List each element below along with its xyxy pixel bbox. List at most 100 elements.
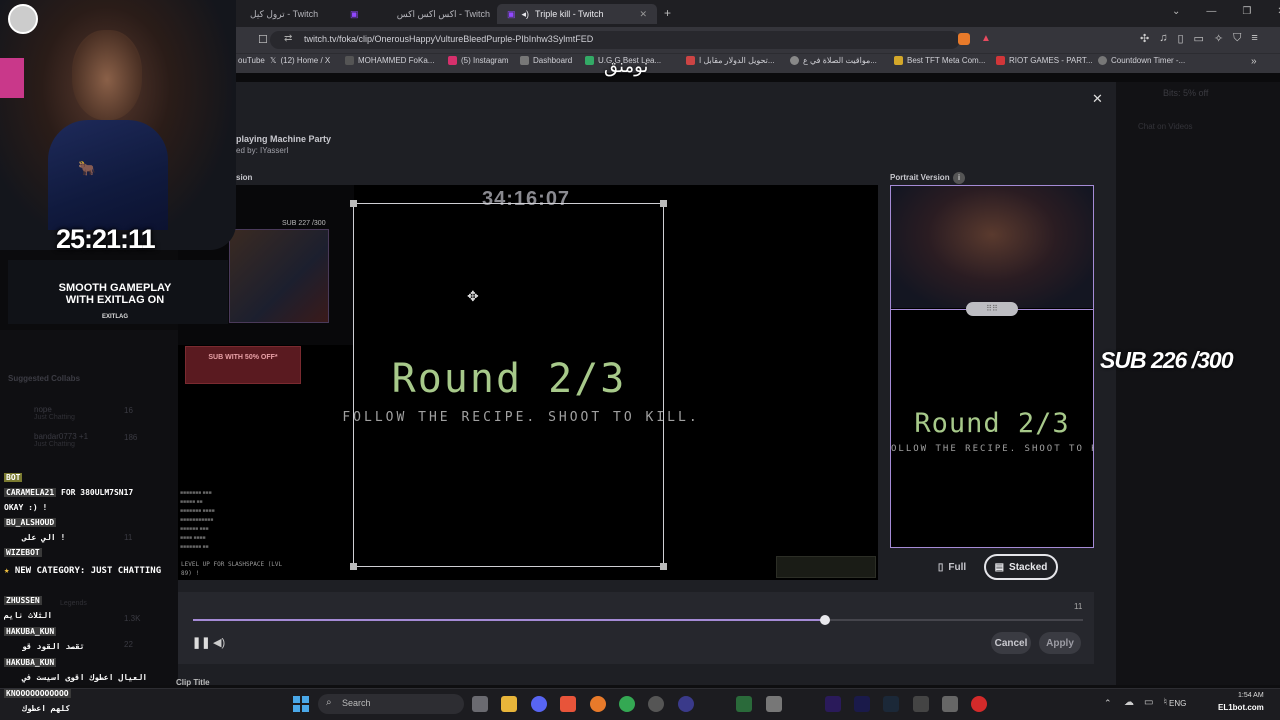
extension-toolbar: ✣ ♫ ▯ ▭ ✧ ⛉ ≡ [1140,32,1258,45]
search-placeholder: Search [342,698,371,708]
brave-browser-icon[interactable] [560,696,576,712]
clock[interactable]: 1:54 AM [1238,692,1264,699]
phone-icon: ▯ [937,561,944,573]
bookmark-label: Dashboard [533,56,573,65]
restore-icon[interactable]: ❐ [1242,6,1251,17]
timeline-scrubber[interactable] [819,615,830,625]
vpn-icon[interactable]: ⛉ [1233,32,1241,45]
url-field[interactable]: ⇄ twitch.tv/foka/clip/OnerousHappyVulture… [270,31,960,49]
cloud-icon[interactable]: ☁ [1124,697,1134,708]
obs-icon[interactable] [678,696,694,712]
bookmark-riot[interactable]: RIOT GAMES - PART... [996,56,1093,65]
mini-chat-overlay: ■■■■■■■ ■■■ ■■■■■ ■■ ■■■■■■■ ■■■■ ■■■■■■■■■… [180,490,215,550]
dashboard-icon [520,56,529,65]
bookmark-tft[interactable]: Best TFT Meta Com... [894,56,985,65]
app-icon[interactable] [942,696,958,712]
microphone-icon[interactable]: ♮ [1163,697,1167,708]
tab-2[interactable]: ▣ اكس اكس اكس - Twitch [340,4,500,24]
tab-1[interactable]: ترول كيل - Twitch [240,4,350,24]
brave-rewards-icon[interactable]: ▲ [981,33,991,44]
premiere-icon[interactable] [825,696,841,712]
riot-icon [996,56,1005,65]
chat-line: ZHUSSEN [4,596,42,605]
tab-2-label: اكس اكس اكس - Twitch [396,8,490,19]
tab-3[interactable]: ▣ ◂) Triple kill - Twitch ✕ [497,4,657,24]
pause-icon[interactable]: ❚❚ [192,636,210,649]
bookmark-instagram[interactable]: (5) Instagram [448,56,509,65]
split-drag-handle[interactable]: ⠿⠿ [966,302,1018,316]
windows-start-icon[interactable] [293,696,309,712]
portrait-round-text: Round 2/3 [914,408,1070,439]
bookmark-dashboard[interactable]: Dashboard [520,56,572,65]
tray-overflow-icon[interactable]: ⌃ [1104,698,1112,709]
ad-line-2: WITH EXITLAG ON [65,294,165,306]
file-explorer-icon[interactable] [501,696,517,712]
chat-message: NEW CATEGORY: JUST CHATTING [14,566,162,576]
cancel-button[interactable]: Cancel [991,632,1031,654]
xbox-icon[interactable] [913,696,929,712]
suggested-collabs-label: Suggested Collabs [8,374,81,383]
volume-icon[interactable]: ◀) [213,636,225,649]
window-controls: ⌄—❐✕ [1172,6,1280,17]
chat-line: BOT [4,473,23,482]
close-icon[interactable]: ✕ [1092,91,1103,107]
capcut-icon[interactable] [736,696,752,712]
music-icon[interactable]: ♫ [1159,32,1167,45]
bookmark-youtube[interactable]: ouTube [238,56,265,65]
site-settings-icon[interactable]: ⇄ [284,33,292,44]
bookmark-x[interactable]: 𝕏 (12) Home / X [270,56,330,65]
bookmark-star-icon[interactable]: ☐ [258,33,268,46]
firefox-icon[interactable] [590,696,606,712]
full-layout-button[interactable]: ▯ Full [928,556,976,578]
timeline-count: 11 [1074,602,1083,611]
minimize-icon[interactable]: — [1206,6,1216,17]
riot-client-icon[interactable] [971,696,987,712]
steam-icon[interactable] [883,696,899,712]
sidebar-icon[interactable]: ▯ [1177,32,1183,45]
bookmark-countdown[interactable]: Countdown Timer -... [1098,56,1185,65]
apply-button[interactable]: Apply [1039,632,1081,654]
crop-handle-tr[interactable] [660,200,667,207]
chat-username: WIZEBOT [4,548,42,557]
crop-handle-tl[interactable] [350,200,357,207]
crop-handle-br[interactable] [660,563,667,570]
bookmark-currency[interactable]: تحويل الدولار مقابل ا... [686,56,775,65]
menu-icon[interactable]: ≡ [1251,32,1257,45]
display-icon[interactable]: ▭ [1144,697,1153,708]
discord-icon[interactable] [531,696,547,712]
app-icon[interactable] [648,696,664,712]
portrait-webcam-section [891,186,1093,308]
brave-shield-icon[interactable] [958,33,970,45]
bookmark-label: MOHAMMED FoKa... [358,56,435,65]
crop-frame[interactable] [353,203,664,567]
puzzle-icon[interactable]: ✣ [1140,32,1149,45]
chat-line: HAKUBA_KUN [4,627,57,636]
leo-icon[interactable]: ✧ [1214,32,1223,45]
chat-line: BU_ALSHOUD [4,518,57,527]
chat-message: العيال اعطوك اقوى اسيست في [22,673,148,682]
stacked-layout-button[interactable]: ▤ Stacked [984,554,1058,580]
language-indicator[interactable]: ENG [1169,699,1186,708]
full-label: Full [948,561,967,573]
settings-gear-icon[interactable] [766,696,782,712]
chat-line: HAKUBA_KUN [4,658,57,667]
chat-username: KNOOOOOOOOOOO [4,689,71,698]
follower-category: Just Chatting [34,441,75,448]
streamer-face [72,30,142,120]
bookmark-prayer[interactable]: مواقيت الصلاة في ع... [790,56,877,65]
wallet-icon[interactable]: ▭ [1194,32,1204,45]
bookmark-mohammed[interactable]: MOHAMMED FoKa... [345,56,434,65]
after-effects-icon[interactable] [854,696,870,712]
crop-handle-bl[interactable] [350,563,357,570]
close-tab-icon[interactable]: ✕ [639,9,647,20]
bookmark-label: ouTube [238,56,265,65]
chevron-down-icon[interactable]: ⌄ [1172,6,1180,17]
chrome-icon[interactable] [619,696,635,712]
task-view-icon[interactable] [472,696,488,712]
info-icon[interactable]: i [953,172,965,184]
bookmarks-overflow-icon[interactable]: » [1251,56,1257,67]
new-tab-button[interactable]: + [664,6,671,20]
taskbar-search[interactable]: ⌕ Search [318,694,464,714]
url-text: twitch.tv/foka/clip/OnerousHappyVultureB… [304,34,594,44]
tft-icon [894,56,903,65]
